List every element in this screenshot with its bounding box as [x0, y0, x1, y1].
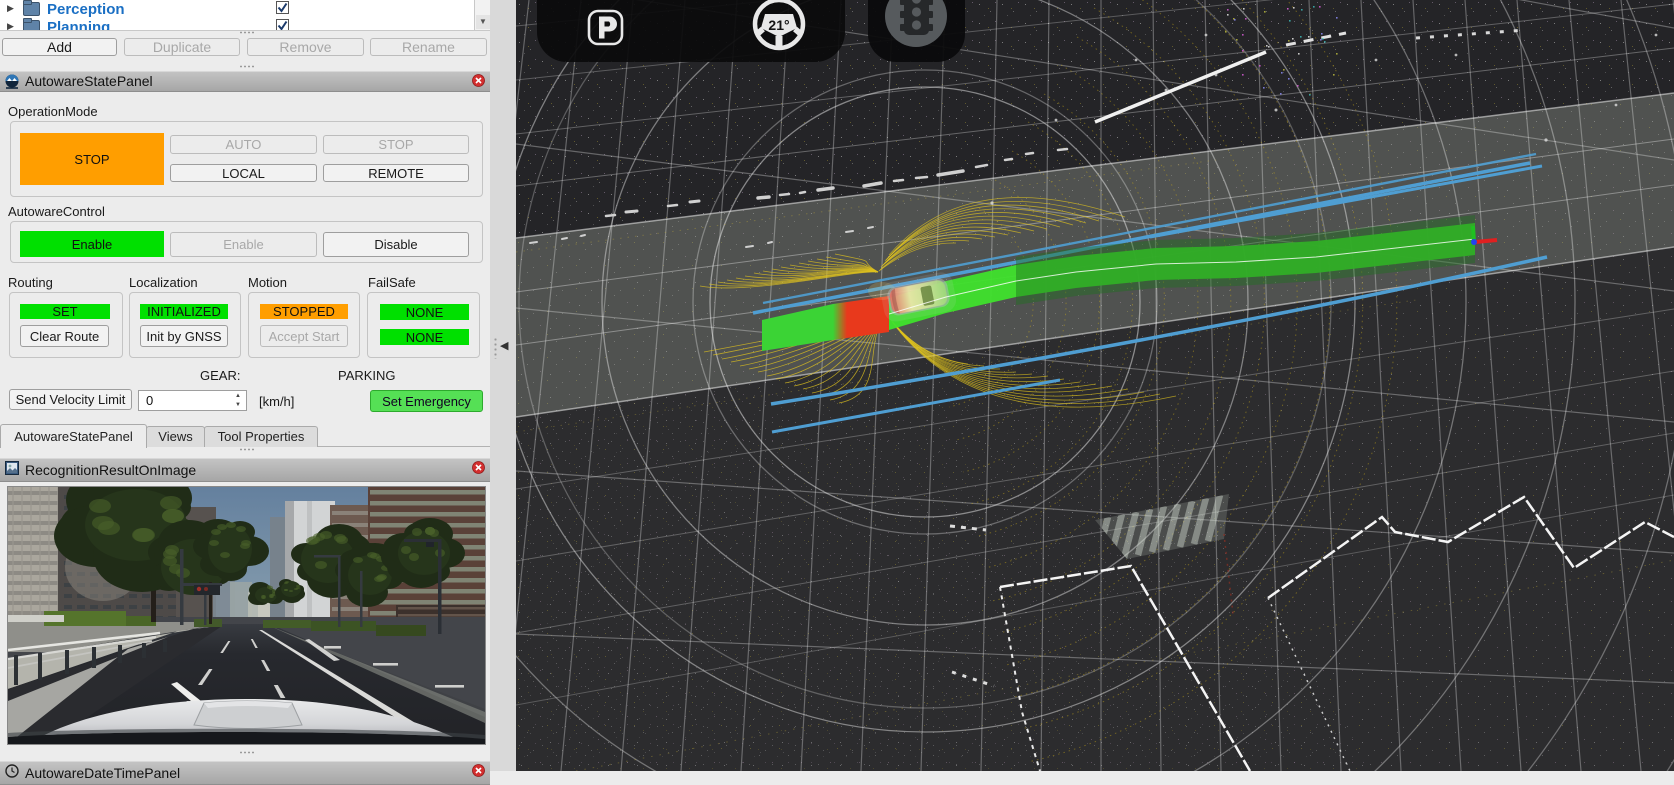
svg-text:21°: 21° [768, 17, 789, 33]
